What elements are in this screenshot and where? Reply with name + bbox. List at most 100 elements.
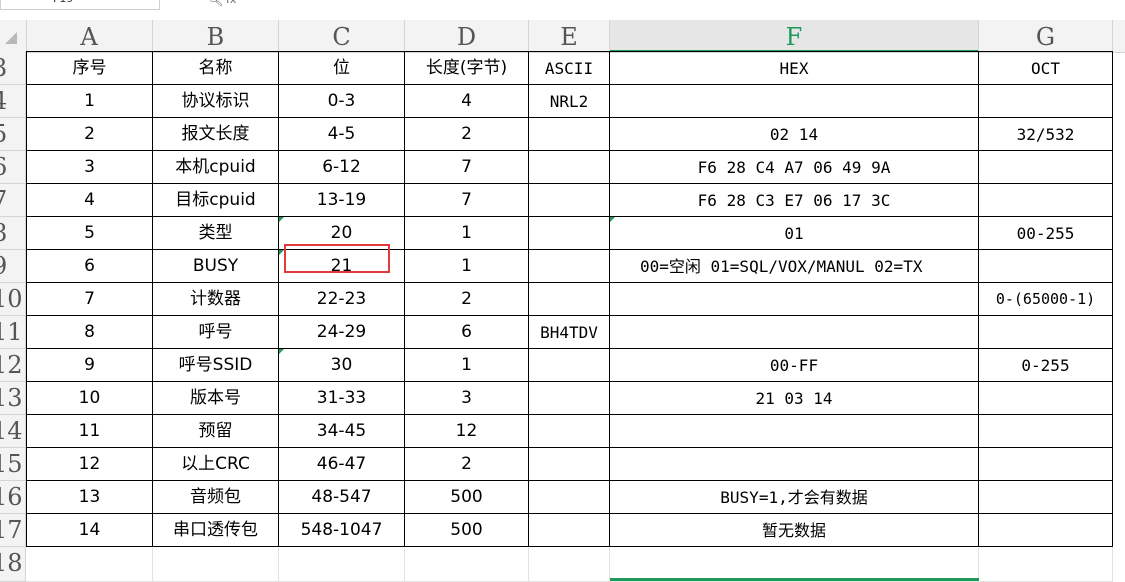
row-header-12[interactable]: 12 bbox=[0, 349, 26, 382]
column-header-b[interactable]: B bbox=[153, 20, 279, 52]
table-cell[interactable] bbox=[610, 283, 979, 316]
table-cell[interactable]: 500 bbox=[405, 481, 529, 514]
table-cell[interactable]: 7 bbox=[26, 283, 153, 316]
row-header-9[interactable]: 9 bbox=[0, 250, 26, 283]
table-cell[interactable]: 2 bbox=[405, 448, 529, 481]
empty-cell[interactable] bbox=[610, 547, 979, 582]
table-cell[interactable] bbox=[610, 415, 979, 448]
table-cell[interactable]: 11 bbox=[26, 415, 153, 448]
table-cell[interactable] bbox=[979, 382, 1113, 415]
table-cell[interactable]: 7 bbox=[405, 184, 529, 217]
table-cell[interactable]: F6 28 C3 E7 06 17 3C bbox=[610, 184, 979, 217]
table-cell[interactable] bbox=[610, 448, 979, 481]
table-cell[interactable] bbox=[529, 349, 610, 382]
table-cell[interactable]: 呼号SSID bbox=[153, 349, 279, 382]
table-cell[interactable]: 2 bbox=[405, 118, 529, 151]
column-header-g[interactable]: G bbox=[979, 20, 1113, 52]
table-cell[interactable]: 9 bbox=[26, 349, 153, 382]
table-cell[interactable]: 计数器 bbox=[153, 283, 279, 316]
table-cell[interactable]: BUSY=1,才会有数据 bbox=[610, 481, 979, 514]
name-box[interactable]: F19 bbox=[0, 0, 160, 10]
row-header-6[interactable]: 6 bbox=[0, 151, 26, 184]
table-cell[interactable] bbox=[529, 250, 610, 283]
table-cell[interactable]: 31-33 bbox=[279, 382, 405, 415]
empty-cell[interactable] bbox=[26, 547, 153, 582]
table-cell[interactable] bbox=[529, 415, 610, 448]
row-header-8[interactable]: 8 bbox=[0, 217, 26, 250]
table-cell[interactable]: 4-5 bbox=[279, 118, 405, 151]
table-cell[interactable]: 46-47 bbox=[279, 448, 405, 481]
table-cell[interactable]: 1 bbox=[405, 250, 529, 283]
column-header-extra[interactable] bbox=[1113, 20, 1125, 52]
table-cell[interactable] bbox=[529, 382, 610, 415]
table-cell[interactable]: 协议标识 bbox=[153, 85, 279, 118]
table-cell[interactable]: 1 bbox=[405, 349, 529, 382]
column-header-a[interactable]: A bbox=[26, 20, 153, 52]
table-cell[interactable] bbox=[610, 316, 979, 349]
table-cell[interactable] bbox=[979, 415, 1113, 448]
table-cell[interactable] bbox=[979, 85, 1113, 118]
table-cell[interactable]: F6 28 C4 A7 06 49 9A bbox=[610, 151, 979, 184]
table-header-cell[interactable]: 长度(字节) bbox=[405, 51, 529, 85]
table-cell[interactable]: 0-3 bbox=[279, 85, 405, 118]
table-header-cell[interactable]: HEX bbox=[610, 51, 979, 85]
table-cell[interactable]: 1 bbox=[26, 85, 153, 118]
row-header-16[interactable]: 16 bbox=[0, 481, 26, 514]
table-cell[interactable] bbox=[610, 85, 979, 118]
table-cell[interactable]: 版本号 bbox=[153, 382, 279, 415]
table-cell[interactable] bbox=[529, 448, 610, 481]
table-header-cell[interactable]: 位 bbox=[279, 51, 405, 85]
row-header-4[interactable]: 4 bbox=[0, 85, 26, 118]
row-header-17[interactable]: 17 bbox=[0, 514, 26, 547]
table-cell[interactable]: 预留 bbox=[153, 415, 279, 448]
column-header-c[interactable]: C bbox=[279, 20, 405, 52]
table-header-cell[interactable]: ASCII bbox=[529, 51, 610, 85]
table-cell[interactable]: BH4TDV bbox=[529, 316, 610, 349]
table-cell[interactable]: 3 bbox=[405, 382, 529, 415]
table-header-cell[interactable]: 名称 bbox=[153, 51, 279, 85]
table-cell[interactable]: 0-255 bbox=[979, 349, 1113, 382]
table-cell[interactable]: 6 bbox=[26, 250, 153, 283]
table-cell[interactable] bbox=[529, 283, 610, 316]
table-cell[interactable] bbox=[979, 250, 1113, 283]
table-cell[interactable] bbox=[979, 151, 1113, 184]
row-header-14[interactable]: 14 bbox=[0, 415, 26, 448]
table-cell[interactable]: 类型 bbox=[153, 217, 279, 250]
table-cell[interactable]: 32/532 bbox=[979, 118, 1113, 151]
table-cell[interactable]: 20 bbox=[279, 217, 405, 250]
table-cell[interactable] bbox=[529, 481, 610, 514]
column-header-d[interactable]: D bbox=[405, 20, 529, 52]
table-cell[interactable]: 548-1047 bbox=[279, 514, 405, 547]
table-cell[interactable]: 3 bbox=[26, 151, 153, 184]
table-cell[interactable]: 本机cpuid bbox=[153, 151, 279, 184]
table-cell[interactable]: 30 bbox=[279, 349, 405, 382]
table-header-cell[interactable]: 序号 bbox=[26, 51, 153, 85]
table-cell[interactable]: 5 bbox=[26, 217, 153, 250]
table-cell[interactable]: 12 bbox=[405, 415, 529, 448]
table-cell[interactable]: 00-255 bbox=[979, 217, 1113, 250]
table-cell[interactable]: 2 bbox=[26, 118, 153, 151]
table-cell[interactable]: NRL2 bbox=[529, 85, 610, 118]
table-cell[interactable]: 00=空闲 01=SQL/VOX/MANUL 02=TX bbox=[610, 250, 979, 283]
table-cell[interactable]: 21 03 14 bbox=[610, 382, 979, 415]
table-cell[interactable]: 13-19 bbox=[279, 184, 405, 217]
table-cell[interactable]: 暂无数据 bbox=[610, 514, 979, 547]
table-cell[interactable]: 24-29 bbox=[279, 316, 405, 349]
table-cell[interactable] bbox=[979, 514, 1113, 547]
table-cell[interactable] bbox=[979, 481, 1113, 514]
table-cell[interactable] bbox=[529, 514, 610, 547]
table-cell[interactable]: 500 bbox=[405, 514, 529, 547]
table-cell[interactable]: 00-FF bbox=[610, 349, 979, 382]
empty-cell[interactable] bbox=[279, 547, 405, 582]
table-cell[interactable]: 02 14 bbox=[610, 118, 979, 151]
table-cell[interactable]: 串口透传包 bbox=[153, 514, 279, 547]
empty-cell[interactable] bbox=[979, 547, 1113, 582]
select-all-corner[interactable] bbox=[0, 20, 27, 52]
table-cell[interactable]: BUSY bbox=[153, 250, 279, 283]
table-cell[interactable]: 13 bbox=[26, 481, 153, 514]
table-cell[interactable]: 48-547 bbox=[279, 481, 405, 514]
empty-cell[interactable] bbox=[153, 547, 279, 582]
row-header-11[interactable]: 11 bbox=[0, 316, 26, 349]
table-cell[interactable]: 6 bbox=[405, 316, 529, 349]
table-cell[interactable]: 21 bbox=[279, 250, 405, 283]
